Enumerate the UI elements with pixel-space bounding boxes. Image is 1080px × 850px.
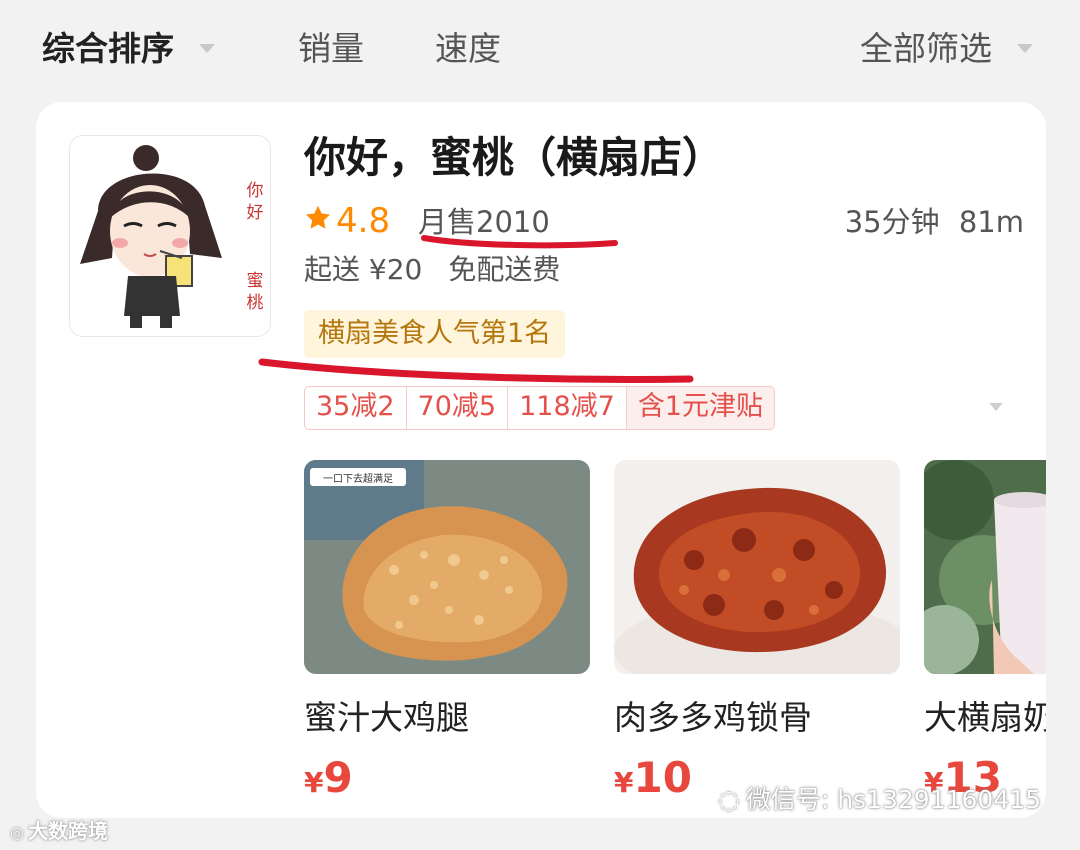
rating-row: 4.8 月售2010 35分钟 81m [304, 200, 1024, 244]
promotion-tags[interactable]: 35减2 70减5 118减7 含1元津贴 [304, 386, 775, 430]
dish-image [924, 460, 1046, 674]
delivery-time: 35分钟 [844, 205, 940, 239]
watermark-right: ◌ 微信号: hs13291160415 [718, 785, 1042, 814]
monthly-sales: 月售2010 [418, 205, 550, 239]
distance: 81m [958, 205, 1024, 239]
image-caption: 一口下去超满足 [323, 472, 393, 485]
min-order: 起送 ¥20 [304, 253, 423, 286]
milk-tea-image [924, 460, 1046, 674]
sort-speed[interactable]: 速度 [435, 26, 501, 72]
promo-tag: 118减7 [508, 387, 627, 429]
svg-text:你: 你 [247, 181, 264, 201]
fee-row: 起送 ¥20 免配送费 [304, 252, 586, 288]
delivery-eta: 35分钟 81m [845, 204, 1024, 240]
dish-name: 肉多多鸡锁骨 [614, 698, 812, 737]
wechat-icon: ◌ [718, 785, 740, 814]
store-card[interactable]: 你 好 蜜 桃 你好，蜜桃（横扇店） 4.8 月售2010 35分钟 81m 起… [36, 102, 1046, 818]
chevron-down-icon[interactable] [199, 44, 215, 53]
svg-text:蜜: 蜜 [247, 271, 264, 291]
rank-badge: 横扇美食人气第1名 [304, 310, 566, 358]
watermark-logo-icon: ◎ [10, 823, 24, 842]
subsidy-tag: 含1元津贴 [626, 387, 774, 429]
chevron-down-icon[interactable] [989, 403, 1003, 411]
rating-value: 4.8 [336, 201, 391, 241]
sort-sales[interactable]: 销量 [298, 26, 364, 72]
delivery-fee: 免配送费 [448, 253, 561, 286]
fried-chicken-image: 一口下去超满足 [304, 460, 590, 674]
filter-all[interactable]: 全部筛选 [860, 26, 992, 72]
dish-card[interactable]: 肉多多鸡锁骨 ¥10 [614, 460, 900, 811]
dish-image [614, 460, 900, 674]
watermark-left: ◎ 大数跨境 [10, 819, 108, 843]
store-logo-illustration: 你 好 蜜 桃 [70, 136, 270, 336]
promo-tag: 70减5 [407, 387, 509, 429]
svg-text:好: 好 [247, 203, 264, 223]
dish-card[interactable]: 一口下去超满足 蜜汁大鸡腿 ¥9 [304, 460, 590, 811]
dish-card[interactable]: 大横扇奶 ¥13 [924, 460, 1046, 811]
sort-comprehensive[interactable]: 综合排序 [42, 26, 174, 72]
svg-text:桃: 桃 [247, 293, 264, 313]
store-logo: 你 好 蜜 桃 [69, 135, 271, 337]
dish-image: 一口下去超满足 [304, 460, 590, 674]
promo-tag: 35减2 [305, 387, 407, 429]
chevron-down-icon[interactable] [1017, 44, 1033, 53]
star-icon [305, 205, 331, 229]
store-name[interactable]: 你好，蜜桃（横扇店） [304, 130, 724, 186]
chicken-collarbone-image [614, 460, 900, 674]
dish-price: ¥9 [304, 753, 353, 802]
sort-bar: 综合排序 销量 速度 全部筛选 [0, 0, 1080, 100]
dish-name: 大横扇奶 [924, 698, 1046, 737]
dish-name: 蜜汁大鸡腿 [304, 698, 469, 737]
